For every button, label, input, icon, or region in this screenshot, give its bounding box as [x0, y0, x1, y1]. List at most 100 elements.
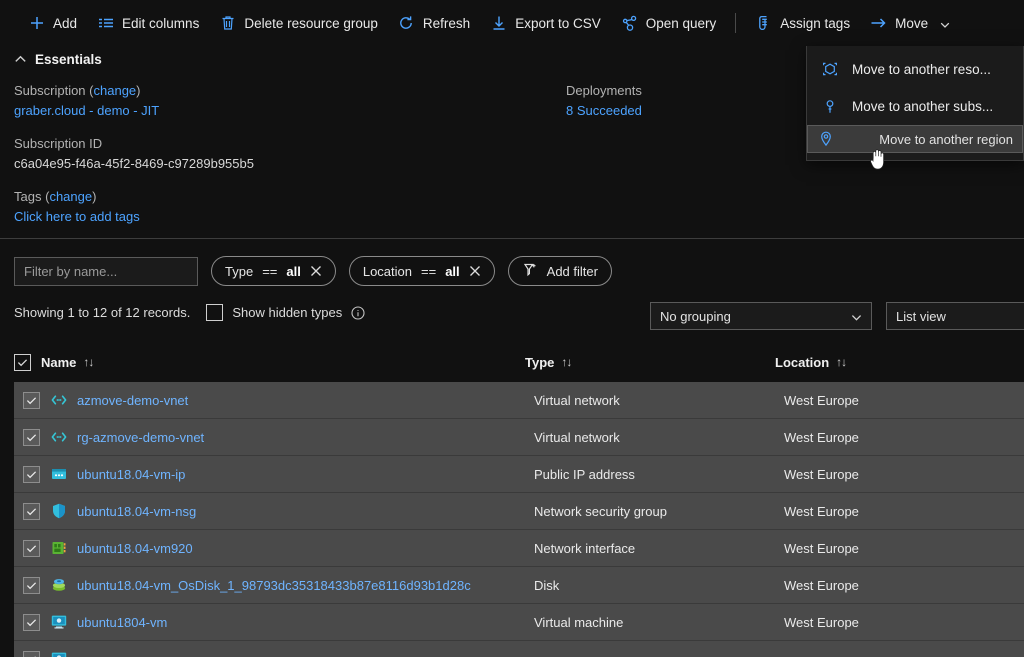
delete-resource-group-button[interactable]: Delete resource group — [209, 7, 388, 39]
row-checkbox[interactable] — [23, 613, 40, 631]
add-filter-button[interactable]: Add filter — [507, 256, 612, 286]
resource-list[interactable]: azmove-demo-vnet Virtual network West Euro… — [14, 382, 1024, 657]
cell-type: Network interface — [534, 540, 636, 556]
sort-icon[interactable]: ↑↓ — [83, 355, 94, 369]
virtual-network-icon — [50, 428, 68, 446]
move-dropdown-menu: Move to another reso... Move to another … — [806, 46, 1024, 161]
show-hidden-types-checkbox[interactable] — [206, 304, 224, 321]
subscription-change-link[interactable]: change — [94, 83, 137, 98]
cell-type: Public IP address — [534, 466, 635, 482]
filter-pill-location[interactable]: Location == all — [348, 256, 495, 286]
essentials-title: Essentials — [35, 52, 102, 67]
cell-location: West Europe — [784, 429, 859, 445]
download-icon — [490, 15, 507, 32]
filter-by-name-input[interactable] — [14, 256, 198, 286]
toolbar-divider — [735, 13, 737, 33]
add-button[interactable]: Add — [18, 7, 87, 39]
column-header-type-label: Type — [525, 354, 555, 370]
virtual-network-icon — [50, 391, 68, 409]
row-checkbox[interactable] — [23, 576, 40, 594]
public-ip-icon — [50, 465, 68, 483]
resource-name-link[interactable]: ubuntu18.04-vm-ip — [77, 467, 185, 482]
tags-field: Tags (change) Click here to add tags — [14, 187, 534, 227]
table-row[interactable]: ubuntu18.04-vm920 Network interface West E… — [14, 530, 1024, 567]
column-header-location[interactable]: Location ↑↓ — [775, 355, 1005, 370]
cell-name: rg-azmove-demo-vnet — [50, 428, 534, 446]
cell-location: West Europe — [784, 614, 859, 630]
virtual-machine-icon — [50, 613, 68, 631]
edit-columns-button[interactable]: Edit columns — [87, 7, 209, 39]
location-pin-icon — [817, 130, 835, 148]
table-row[interactable]: rg-azmove-demo-vnet Virtual network West E… — [14, 419, 1024, 456]
tags-value: Click here to add tags — [14, 207, 534, 227]
filter-pill-location-value: all — [445, 263, 460, 279]
network-interface-icon — [50, 539, 68, 557]
column-header-location-label: Location — [775, 354, 830, 370]
resource-name-link[interactable]: ubuntu18.04-vm_OsDisk_1_98793dc35318433b… — [77, 578, 471, 593]
resource-name-link[interactable]: ubuntu18.04-vm-nsg — [77, 504, 196, 519]
sort-icon[interactable]: ↑↓ — [836, 355, 847, 369]
resource-name-link[interactable]: ubuntu18.04-vm920 — [77, 541, 193, 556]
trash-icon — [219, 15, 236, 32]
query-icon — [621, 15, 638, 32]
menu-item-move-to-another-subscription[interactable]: Move to another subs... — [807, 88, 1023, 125]
table-header: Name ↑↓ Type ↑↓ Location ↑↓ — [14, 349, 1024, 375]
row-checkbox[interactable] — [23, 391, 40, 409]
cell-name: ubuntu18.04-vm920 — [50, 539, 534, 557]
tags-change-link[interactable]: change — [49, 189, 92, 204]
column-header-name[interactable]: Name ↑↓ — [41, 355, 525, 370]
subscription-link[interactable]: graber.cloud - demo - JIT — [14, 103, 159, 118]
filter-pill-type[interactable]: Type == all — [211, 256, 336, 286]
menu-item-label: Move to another region — [879, 131, 1013, 147]
menu-item-move-to-another-region[interactable]: Move to another region — [807, 125, 1023, 153]
cell-location: West Europe — [784, 577, 859, 593]
resource-name-link[interactable]: rg-azmove-demo-vnet — [77, 430, 204, 445]
add-filter-label: Add filter — [546, 263, 598, 279]
open-query-button[interactable]: Open query — [611, 7, 727, 39]
view-select[interactable]: List view — [886, 302, 1024, 330]
refresh-button[interactable]: Refresh — [388, 7, 480, 39]
select-all-checkbox[interactable] — [14, 353, 31, 371]
menu-item-move-to-another-resource-group[interactable]: Move to another reso... — [807, 51, 1023, 88]
add-label: Add — [53, 15, 78, 31]
add-tags-link[interactable]: Click here to add tags — [14, 209, 140, 224]
essentials-left-column: Subscription (change) graber.cloud - dem… — [14, 81, 534, 240]
assign-tags-button[interactable]: Assign tags — [745, 7, 860, 39]
column-header-type[interactable]: Type ↑↓ — [525, 355, 775, 370]
command-bar: Add Edit columns Delete resource group R… — [0, 0, 1024, 46]
export-to-csv-button[interactable]: Export to CSV — [480, 7, 611, 39]
table-row[interactable]: ubuntu1804-vm Virtual machine West Europe — [14, 604, 1024, 641]
cell-name: ubuntu18.04-vm_OsDisk_1_98793dc35318433b… — [50, 576, 534, 594]
subscription-label: Subscription (change) — [14, 83, 141, 98]
table-row[interactable]: ubuntu18.04-vm_OsDisk_1_98793dc35318433b… — [14, 567, 1024, 604]
essentials-collapse-toggle[interactable]: Essentials — [14, 52, 134, 67]
table-row[interactable]: azmove-demo-vnet Virtual network West Euro… — [14, 382, 1024, 419]
tags-label-text: Tags — [14, 189, 42, 204]
info-icon[interactable] — [351, 305, 365, 320]
deployments-link[interactable]: 8 Succeeded — [566, 103, 642, 118]
row-checkbox[interactable] — [23, 428, 40, 446]
move-button[interactable]: Move — [860, 7, 960, 39]
filter-pill-type-value: all — [286, 263, 301, 279]
row-checkbox[interactable] — [23, 650, 40, 657]
resource-name-link[interactable]: azmove-demo-vnet — [77, 393, 188, 408]
row-checkbox[interactable] — [23, 539, 40, 557]
cell-name: ubuntu18.04-vm-nsg — [50, 502, 534, 520]
table-row[interactable]: ubuntu18.04-vm-nsg Network security group… — [14, 493, 1024, 530]
row-checkbox[interactable] — [23, 465, 40, 483]
sort-icon[interactable]: ↑↓ — [561, 355, 572, 369]
tags-label: Tags (change) — [14, 189, 97, 204]
records-row: Showing 1 to 12 of 12 records. Show hidd… — [14, 304, 365, 321]
close-icon[interactable] — [310, 265, 322, 277]
resource-name-link[interactable]: ubuntu1804-vm — [77, 615, 167, 630]
row-checkbox[interactable] — [23, 502, 40, 520]
filter-pill-location-field: Location — [362, 263, 412, 279]
close-icon[interactable] — [469, 265, 481, 277]
show-hidden-types-toggle[interactable]: Show hidden types — [206, 304, 365, 321]
grouping-select[interactable]: No grouping — [650, 302, 872, 330]
table-row[interactable] — [14, 641, 1024, 657]
plus-icon — [28, 15, 45, 32]
table-row[interactable]: ubuntu18.04-vm-ip Public IP address West E… — [14, 456, 1024, 493]
refresh-icon — [398, 15, 415, 32]
subscription-id-value: c6a04e95-f46a-45f2-8469-c97289b955b5 — [14, 156, 254, 171]
